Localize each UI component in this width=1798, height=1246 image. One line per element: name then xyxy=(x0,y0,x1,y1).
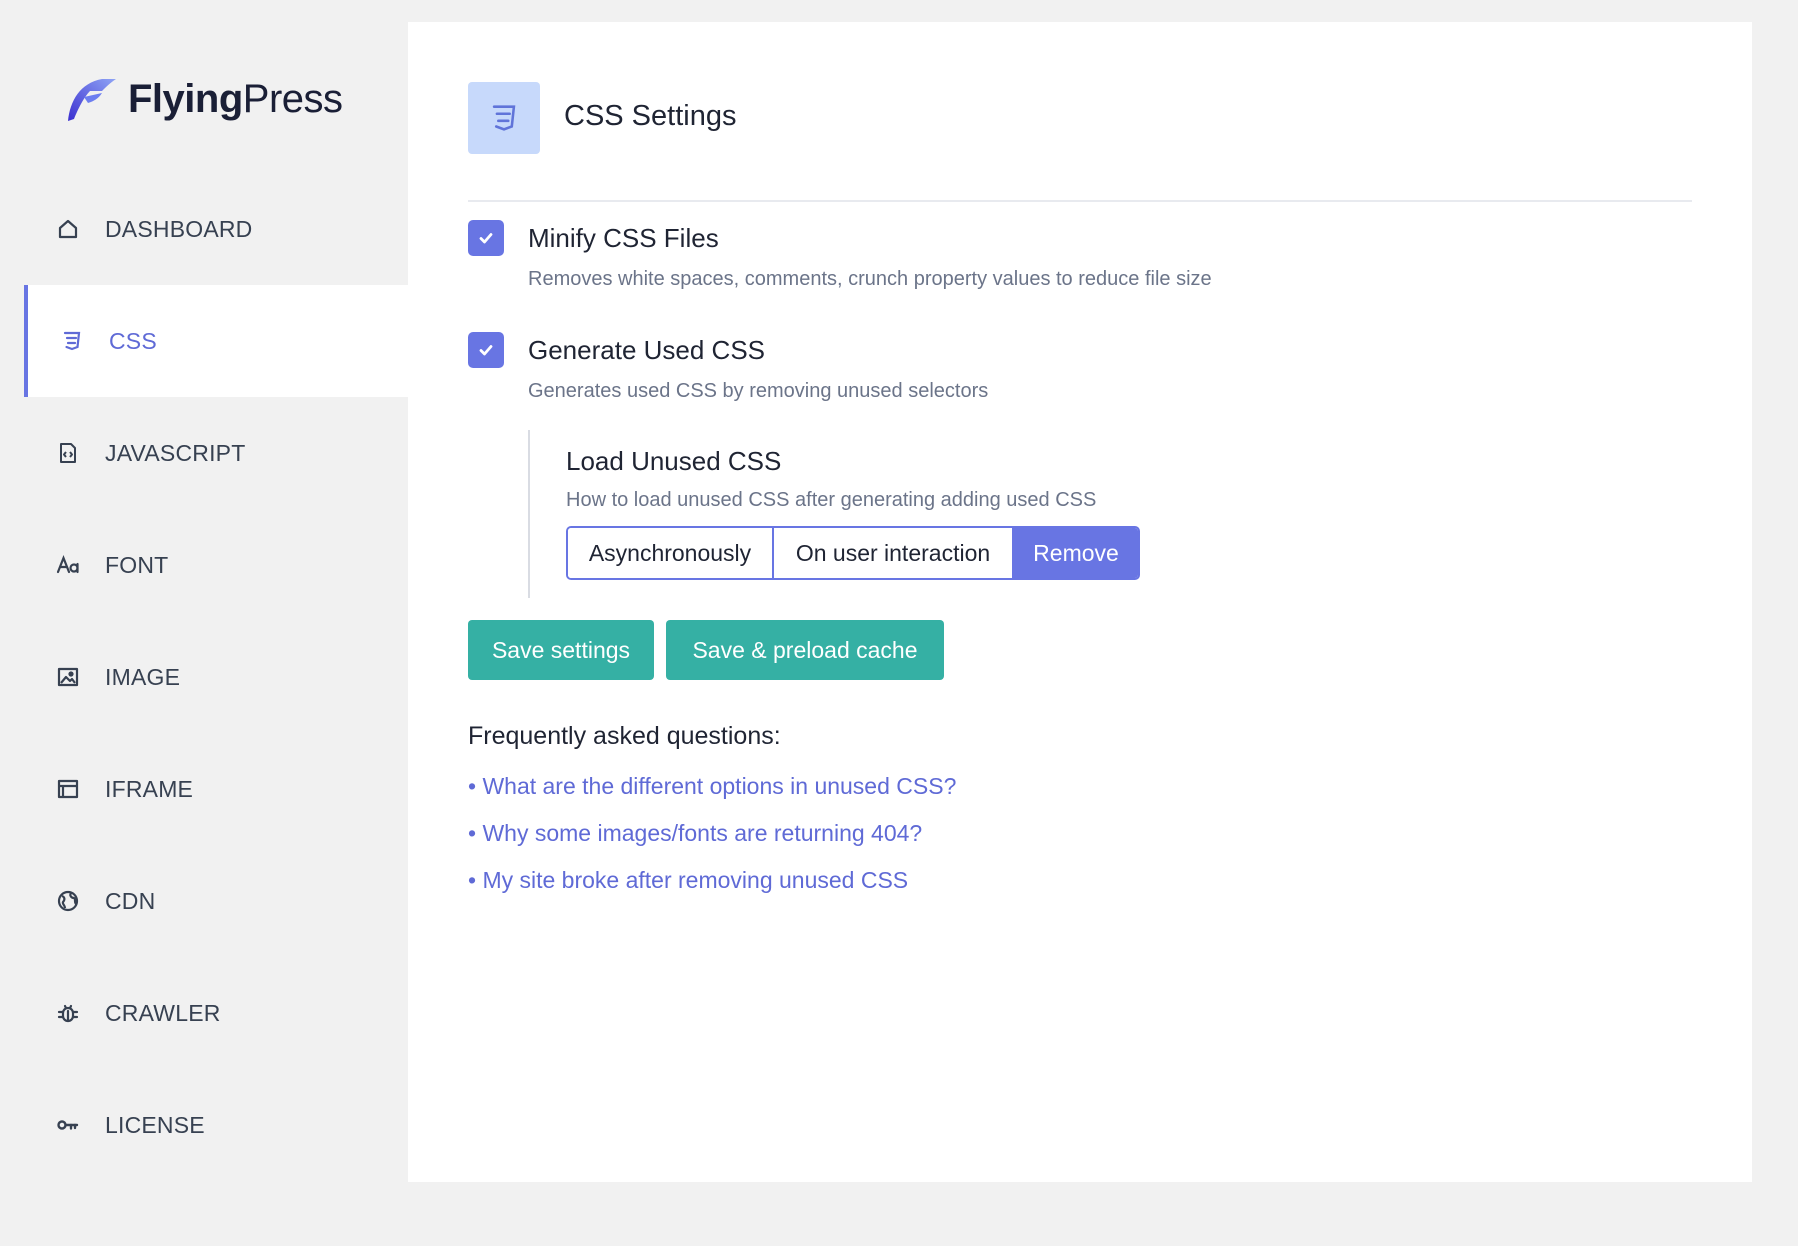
sidebar-item-label: LICENSE xyxy=(105,1111,205,1138)
setting-title: Minify CSS Files xyxy=(528,222,719,253)
css3-icon xyxy=(468,82,540,154)
sidebar-item-label: CSS xyxy=(109,327,157,354)
option-asynchronously[interactable]: Asynchronously xyxy=(568,528,774,578)
sidebar-item-css[interactable]: CSS xyxy=(24,285,408,397)
option-remove[interactable]: Remove xyxy=(1014,528,1138,578)
browser-window-icon xyxy=(56,777,80,801)
css3-icon xyxy=(60,329,84,353)
sidebar-item-dashboard[interactable]: DASHBOARD xyxy=(0,173,408,285)
sidebar-item-label: IFRAME xyxy=(105,775,194,802)
sidebar-item-label: CRAWLER xyxy=(105,999,221,1026)
setting-generate-used-css: Generate Used CSS Generates used CSS by … xyxy=(468,332,988,403)
faq-section: Frequently asked questions: • What are t… xyxy=(468,722,956,894)
setting-load-unused-css: Load Unused CSS How to load unused CSS a… xyxy=(528,430,1228,598)
faq-title: Frequently asked questions: xyxy=(468,722,781,750)
checkmark-icon xyxy=(479,345,493,356)
font-icon xyxy=(56,553,80,577)
generate-used-css-checkbox[interactable] xyxy=(468,332,504,368)
setting-title: Generate Used CSS xyxy=(528,334,766,365)
sidebar-item-javascript[interactable]: JAVASCRIPT xyxy=(0,397,408,509)
sidebar-item-label: CDN xyxy=(105,887,156,914)
sidebar-item-label: JAVASCRIPT xyxy=(105,439,246,466)
checkmark-icon xyxy=(479,233,493,244)
key-icon xyxy=(56,1113,80,1137)
load-unused-css-segmented-control: Asynchronously On user interaction Remov… xyxy=(566,526,1140,580)
save-preload-cache-button[interactable]: Save & preload cache xyxy=(666,620,944,680)
home-icon xyxy=(56,217,80,241)
sidebar-item-label: IMAGE xyxy=(105,663,181,690)
code-file-icon xyxy=(56,441,80,465)
faq-link-images-fonts-404[interactable]: • Why some images/fonts are returning 40… xyxy=(468,820,956,847)
setting-description: Generates used CSS by removing unused se… xyxy=(528,380,989,402)
faq-link-unused-css-options[interactable]: • What are the different options in unus… xyxy=(468,773,956,800)
sidebar-item-font[interactable]: FONT xyxy=(0,509,408,621)
sidebar-item-image[interactable]: IMAGE xyxy=(0,621,408,733)
setting-description: How to load unused CSS after generating … xyxy=(566,489,1097,511)
globe-icon xyxy=(56,889,80,913)
setting-title: Load Unused CSS xyxy=(566,446,782,476)
image-icon xyxy=(56,665,80,689)
settings-panel: CSS Settings Minify CSS Files Removes wh… xyxy=(408,22,1752,1182)
faq-link-site-broke[interactable]: • My site broke after removing unused CS… xyxy=(468,867,956,894)
flyingpress-wing-icon xyxy=(68,79,116,121)
sidebar-item-license[interactable]: LICENSE xyxy=(0,1069,408,1181)
sidebar-item-iframe[interactable]: IFRAME xyxy=(0,733,408,845)
sidebar-item-cdn[interactable]: CDN xyxy=(0,845,408,957)
brand-name: FlyingPress xyxy=(128,76,343,121)
option-on-user-interaction[interactable]: On user interaction xyxy=(774,528,1014,578)
setting-description: Removes white spaces, comments, crunch p… xyxy=(528,268,1212,290)
save-settings-button[interactable]: Save settings xyxy=(468,620,654,680)
sidebar-item-label: FONT xyxy=(105,551,169,578)
sidebar-item-label: DASHBOARD xyxy=(105,215,253,242)
panel-header: CSS Settings xyxy=(468,82,1692,202)
minify-css-checkbox[interactable] xyxy=(468,220,504,256)
bug-icon xyxy=(56,1001,80,1025)
sidebar-nav: DASHBOARD CSS JAVASCRIPT FONT IMAGE IFRA… xyxy=(0,173,408,1181)
setting-minify-css: Minify CSS Files Removes white spaces, c… xyxy=(468,220,1212,291)
page-title: CSS Settings xyxy=(564,100,737,132)
sidebar: FlyingPress DASHBOARD CSS JAVASCRIPT FON… xyxy=(0,0,408,1246)
flyingpress-logo[interactable]: FlyingPress xyxy=(62,68,343,130)
sidebar-item-crawler[interactable]: CRAWLER xyxy=(0,957,408,1069)
